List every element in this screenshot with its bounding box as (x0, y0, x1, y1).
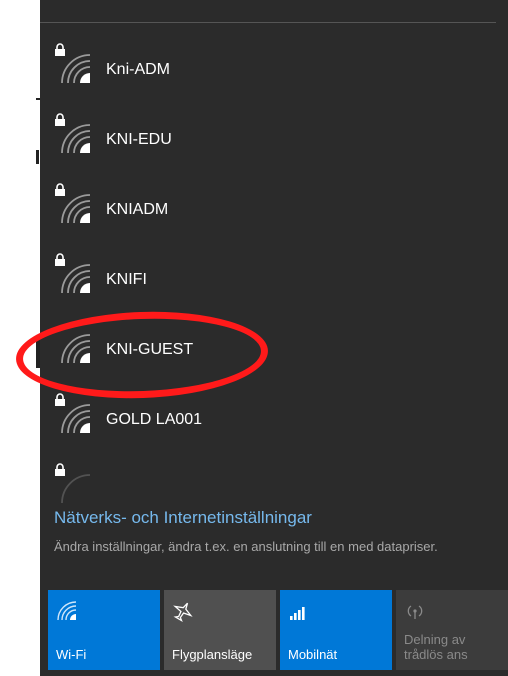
network-item-kni-adm[interactable]: Kni-ADM (40, 35, 508, 105)
wifi-toggle-tile[interactable]: Wi-Fi (48, 590, 160, 670)
wifi-signal-icon (61, 54, 91, 84)
network-name: Kni-ADM (106, 61, 171, 78)
background-artifact (36, 150, 39, 164)
wifi-signal-icon (61, 474, 91, 504)
hotspot-icon (407, 605, 423, 619)
wifi-signal-icon (61, 404, 91, 434)
wifi-signal-icon (61, 124, 91, 154)
network-name: KNI-GUEST (106, 341, 194, 358)
tile-label: Wi-Fi (56, 647, 87, 662)
airplane-icon (173, 602, 193, 622)
tile-label: Flygplansläge (172, 647, 253, 662)
network-item-kni-guest[interactable]: KNI-GUEST (40, 315, 508, 385)
network-name: KNIADM (106, 201, 169, 218)
network-flyout: Kni-ADM KNI-EDU KNIADM KNIFI KNI-GUEST G… (40, 0, 508, 676)
quick-actions: Wi-Fi Flygplansläge Mobilnät Delning av … (48, 590, 508, 670)
network-list: Kni-ADM KNI-EDU KNIADM KNIFI KNI-GUEST G… (40, 35, 508, 504)
tile-label: Mobilnät (288, 647, 338, 662)
network-item-kni-edu[interactable]: KNI-EDU (40, 105, 508, 175)
cellular-icon (290, 607, 305, 620)
wifi-icon (57, 601, 77, 621)
network-settings-description: Ändra inställningar, ändra t.ex. en ansl… (54, 539, 438, 554)
network-name: GOLD LA001 (106, 411, 203, 428)
wifi-signal-icon (61, 264, 91, 294)
mobile-network-tile[interactable]: Mobilnät (280, 590, 392, 670)
network-settings-link[interactable]: Nätverks- och Internetinställningar (54, 508, 312, 528)
network-name: KNI-EDU (106, 131, 172, 148)
wifi-signal-icon (61, 194, 91, 224)
network-item-gold-la001[interactable]: GOLD LA001 (40, 385, 508, 455)
tile-label: Delning av trådlös ans (404, 632, 468, 662)
airplane-mode-tile[interactable]: Flygplansläge (164, 590, 276, 670)
network-item-knifi[interactable]: KNIFI (40, 245, 508, 315)
network-name: KNIFI (106, 271, 147, 288)
network-item-kniadm[interactable]: KNIADM (40, 175, 508, 245)
wifi-signal-icon (61, 334, 91, 364)
divider (40, 22, 496, 23)
network-item-partial[interactable] (40, 455, 508, 504)
mobile-hotspot-tile[interactable]: Delning av trådlös ans (396, 590, 508, 670)
